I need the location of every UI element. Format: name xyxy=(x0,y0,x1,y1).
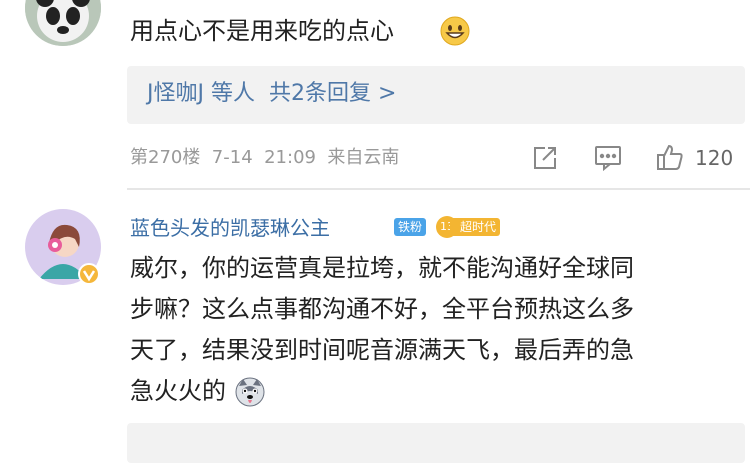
comment-line: 急火火的 xyxy=(130,377,226,405)
comment-line: 威尔，你的运营真是拉垮，就不能沟通好全球同 xyxy=(130,254,634,282)
replies-box[interactable]: J怪咖J 等人 共2条回复 > xyxy=(127,66,745,124)
divider xyxy=(127,188,750,190)
like-count: 120 xyxy=(695,146,734,170)
replies-box-next[interactable] xyxy=(127,423,745,463)
avatar-panda[interactable] xyxy=(25,0,101,46)
grin-emoji-icon xyxy=(440,16,470,46)
username[interactable]: 蓝色头发的凯瑟琳公主 xyxy=(130,215,330,241)
verified-badge-icon xyxy=(78,263,100,285)
fan-badge-label: 铁粉 xyxy=(398,220,423,234)
level-badge-label: 超时代 xyxy=(460,220,497,234)
level-badge: 13 超时代 xyxy=(436,216,512,238)
share-icon[interactable] xyxy=(532,145,558,171)
comment-body: 威尔，你的运营真是拉垮，就不能沟通好全球同 步嘛？这么点事都沟通不好，全平台预热… xyxy=(130,248,740,412)
fan-badge: 铁粉 xyxy=(394,218,427,236)
comment-meta: 第270楼 7-14 21:09 来自云南 xyxy=(130,147,400,168)
replies-link[interactable]: J怪咖J 等人 共2条回复 > xyxy=(147,80,396,108)
comment-text: 用点心不是用来吃的点心 xyxy=(130,17,394,45)
thumbs-up-icon[interactable] xyxy=(656,143,684,171)
comment-icon[interactable] xyxy=(594,145,622,171)
husky-emoji-icon xyxy=(234,376,266,408)
panda-avatar-image xyxy=(25,0,101,46)
comment-line: 步嘛？这么点事都沟通不好，全平台预热这么多 xyxy=(130,295,634,323)
comment-line: 天了，结果没到时间呢音源满天飞，最后弄的急 xyxy=(130,336,634,364)
